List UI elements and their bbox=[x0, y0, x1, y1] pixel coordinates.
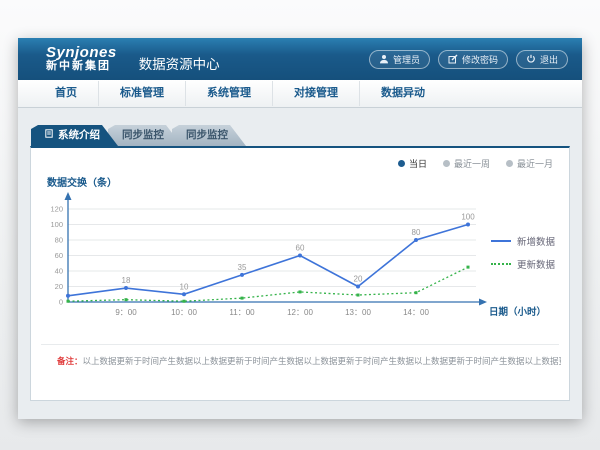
footnote-text: 以上数据更新于时间产生数据以上数据更新于时间产生数据以上数据更新于时间产生数据以… bbox=[83, 356, 561, 366]
svg-text:11：00: 11：00 bbox=[229, 308, 255, 317]
tab-label: 同步监控 bbox=[122, 125, 164, 146]
svg-text:13：00: 13：00 bbox=[345, 308, 371, 317]
company-logo: Synjones 新中新集团 bbox=[46, 45, 117, 72]
nav-item-interface-mgmt[interactable]: 对接管理 bbox=[273, 81, 360, 106]
svg-text:100: 100 bbox=[50, 220, 63, 229]
svg-text:120: 120 bbox=[50, 205, 63, 214]
chart-legend: 新增数据 更新数据 bbox=[491, 234, 555, 280]
legend-label: 更新数据 bbox=[517, 257, 555, 271]
period-option-1[interactable]: 最近一周 bbox=[443, 157, 490, 170]
svg-text:10：00: 10：00 bbox=[171, 308, 197, 317]
legend-item-new-data[interactable]: 新增数据 bbox=[491, 234, 555, 248]
radio-icon bbox=[398, 160, 405, 167]
y-axis-title: 数据交换（条） bbox=[47, 174, 117, 189]
svg-text:日期（小时）: 日期（小时） bbox=[489, 306, 546, 318]
radio-icon bbox=[506, 160, 513, 167]
svg-text:0: 0 bbox=[59, 298, 63, 307]
radio-icon bbox=[443, 160, 450, 167]
period-option-label: 最近一周 bbox=[454, 157, 490, 170]
footnote-label: 备注： bbox=[57, 356, 83, 366]
svg-text:12：00: 12：00 bbox=[287, 308, 313, 317]
svg-text:80: 80 bbox=[55, 236, 63, 245]
svg-text:60: 60 bbox=[296, 244, 305, 253]
panel-divider bbox=[41, 344, 559, 345]
user-icon bbox=[379, 54, 389, 64]
page-title: 数据资源中心 bbox=[139, 45, 220, 73]
svg-text:10: 10 bbox=[180, 282, 189, 291]
svg-text:9：00: 9：00 bbox=[115, 308, 137, 317]
tab-sync-monitor-2[interactable]: 同步监控 bbox=[172, 125, 246, 146]
legend-item-updated-data[interactable]: 更新数据 bbox=[491, 257, 555, 271]
footnote: 备注：以上数据更新于时间产生数据以上数据更新于时间产生数据以上数据更新于时间产生… bbox=[57, 355, 561, 367]
legend-label: 新增数据 bbox=[517, 234, 555, 248]
legend-swatch-1 bbox=[491, 263, 511, 265]
period-option-2[interactable]: 最近一月 bbox=[506, 157, 553, 170]
svg-text:14：00: 14：00 bbox=[403, 308, 429, 317]
admin-button[interactable]: 管理员 bbox=[369, 50, 430, 69]
app-header: Synjones 新中新集团 数据资源中心 管理员 修改密码 退出 bbox=[18, 38, 582, 80]
legend-swatch-0 bbox=[491, 240, 511, 242]
svg-text:80: 80 bbox=[412, 228, 421, 237]
svg-text:35: 35 bbox=[238, 263, 247, 272]
change-password-label: 修改密码 bbox=[462, 53, 498, 66]
chart-panel: 当日 最近一周 最近一月 数据交换（条） 0 20 40 60 80 100 120 9：00… bbox=[30, 146, 570, 401]
app-window: Synjones 新中新集团 数据资源中心 管理员 修改密码 退出 bbox=[18, 38, 582, 418]
svg-text:40: 40 bbox=[55, 267, 63, 276]
nav-item-standard-mgmt[interactable]: 标准管理 bbox=[99, 81, 186, 106]
edit-icon bbox=[448, 54, 458, 64]
svg-text:20: 20 bbox=[55, 282, 63, 291]
svg-text:18: 18 bbox=[122, 276, 131, 285]
header-actions: 管理员 修改密码 退出 bbox=[369, 50, 568, 69]
content-area: 系统介绍 同步监控 同步监控 当日 最近一周 bbox=[18, 108, 582, 419]
power-icon bbox=[526, 54, 536, 64]
tab-system-intro[interactable]: 系统介绍 bbox=[31, 125, 118, 146]
tab-sync-monitor-1[interactable]: 同步监控 bbox=[108, 125, 182, 146]
change-password-button[interactable]: 修改密码 bbox=[438, 50, 508, 69]
nav-item-system-mgmt[interactable]: 系统管理 bbox=[186, 81, 273, 106]
svg-text:60: 60 bbox=[55, 251, 63, 260]
tab-label: 系统介绍 bbox=[58, 125, 100, 146]
nav-item-home[interactable]: 首页 bbox=[34, 81, 99, 106]
logout-label: 退出 bbox=[540, 53, 558, 66]
period-option-label: 当日 bbox=[409, 157, 427, 170]
logo-text-en: Synjones bbox=[46, 45, 117, 61]
period-selector: 当日 最近一周 最近一月 bbox=[398, 157, 553, 170]
logo-text-cn: 新中新集团 bbox=[46, 61, 117, 73]
svg-text:20: 20 bbox=[354, 275, 363, 284]
period-option-label: 最近一月 bbox=[517, 157, 553, 170]
main-nav: 首页 标准管理 系统管理 对接管理 数据异动 bbox=[18, 80, 582, 108]
document-icon bbox=[45, 125, 53, 146]
tab-strip: 系统介绍 同步监控 同步监控 bbox=[31, 125, 236, 146]
svg-text:100: 100 bbox=[461, 213, 475, 222]
admin-button-label: 管理员 bbox=[393, 53, 420, 66]
logout-button[interactable]: 退出 bbox=[516, 50, 568, 69]
period-option-0[interactable]: 当日 bbox=[398, 157, 427, 170]
tab-label: 同步监控 bbox=[186, 125, 228, 146]
nav-item-data-change[interactable]: 数据异动 bbox=[360, 81, 446, 106]
